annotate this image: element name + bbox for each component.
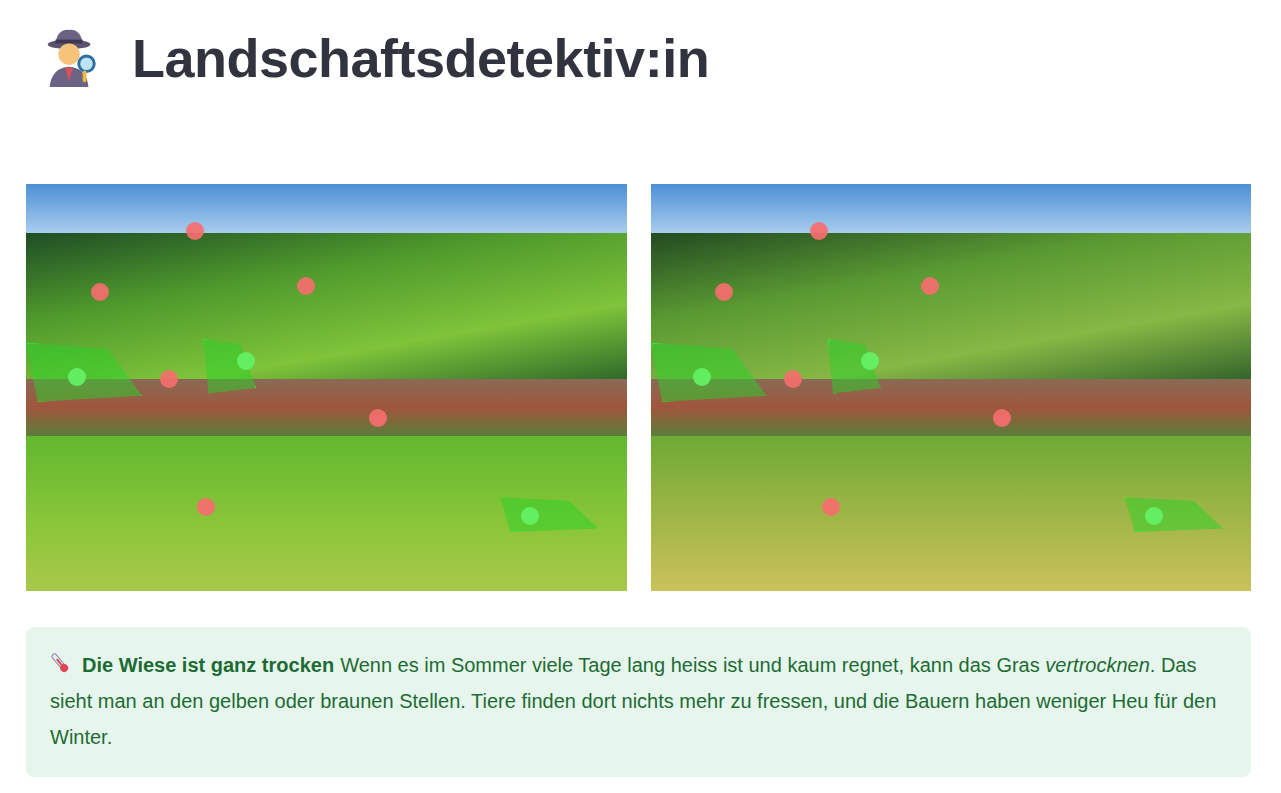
marker-dot[interactable] bbox=[297, 277, 315, 295]
marker-dot[interactable] bbox=[68, 368, 86, 386]
sky bbox=[651, 184, 1252, 233]
detective-icon bbox=[40, 27, 102, 89]
landscape-picture[interactable] bbox=[26, 184, 627, 591]
marker-dot[interactable] bbox=[91, 283, 109, 301]
marker-dot[interactable] bbox=[861, 352, 879, 370]
marker-dot[interactable] bbox=[715, 283, 733, 301]
thermometer-icon bbox=[50, 651, 70, 675]
marker-dot[interactable] bbox=[921, 277, 939, 295]
marker-dot[interactable] bbox=[822, 498, 840, 516]
marker-dot[interactable] bbox=[784, 370, 802, 388]
scene-pair bbox=[26, 184, 1251, 591]
hills bbox=[26, 233, 627, 380]
marker-dot[interactable] bbox=[237, 352, 255, 370]
info-text: Die Wiese ist ganz trocken Wenn es im Som… bbox=[50, 647, 1225, 755]
header: Landschaftsdetektiv:in bbox=[26, 22, 1251, 94]
info-title: Die Wiese ist ganz trocken bbox=[82, 654, 334, 676]
hills bbox=[651, 233, 1252, 380]
info-segment: Wenn es im Sommer viele Tage lang heiss … bbox=[340, 654, 1045, 676]
info-box: Die Wiese ist ganz trocken Wenn es im Som… bbox=[26, 627, 1251, 777]
marker-dot[interactable] bbox=[160, 370, 178, 388]
marker-dot[interactable] bbox=[521, 507, 539, 525]
landscape-picture[interactable] bbox=[651, 184, 1252, 591]
marker-dot[interactable] bbox=[197, 498, 215, 516]
marker-dot[interactable] bbox=[693, 368, 711, 386]
marker-dot[interactable] bbox=[993, 409, 1011, 427]
marker-dot[interactable] bbox=[810, 222, 828, 240]
page-title: Landschaftsdetektiv:in bbox=[132, 27, 709, 89]
marker-dot[interactable] bbox=[1145, 507, 1163, 525]
marker-dot[interactable] bbox=[186, 222, 204, 240]
info-segment: vertrocknen bbox=[1045, 654, 1150, 676]
sky bbox=[26, 184, 627, 233]
marker-dot[interactable] bbox=[369, 409, 387, 427]
page: Landschaftsdetektiv:in Die Wiese ist ganz… bbox=[0, 0, 1281, 789]
